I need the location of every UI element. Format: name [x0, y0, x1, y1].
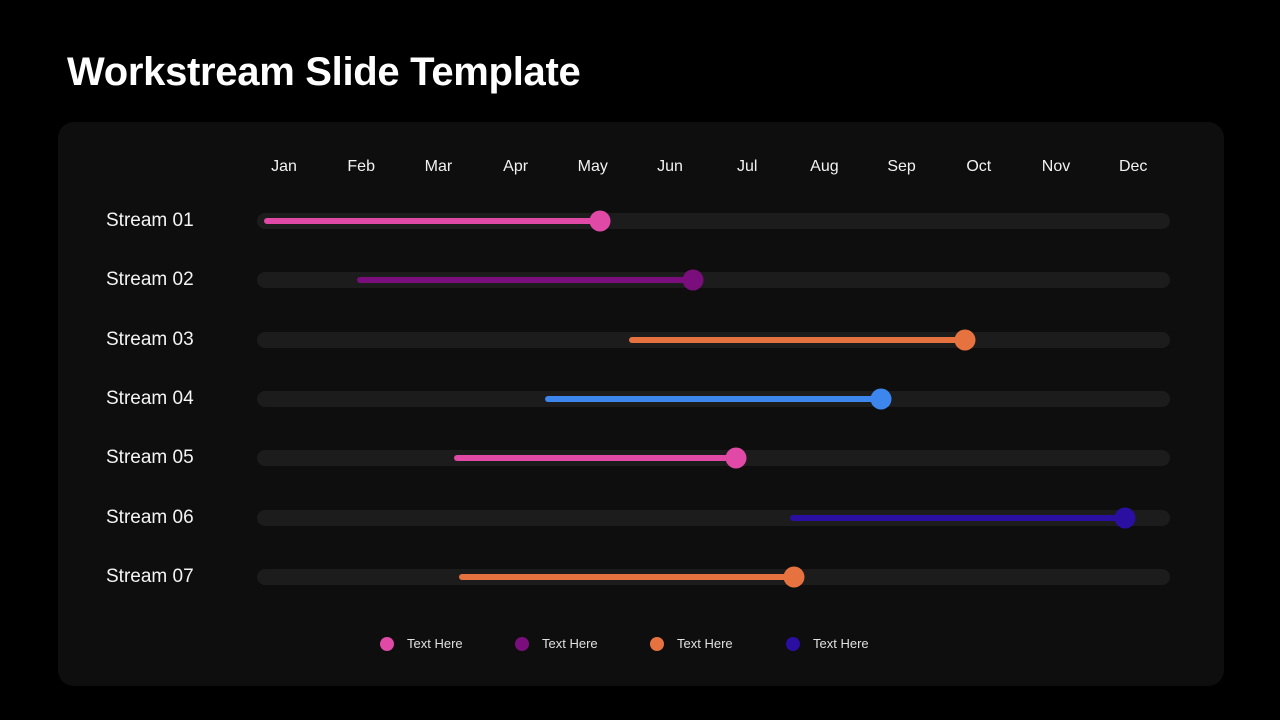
month-label-aug: Aug: [810, 158, 839, 175]
legend-item: Text Here: [650, 636, 733, 651]
month-label-apr: Apr: [503, 158, 529, 175]
stream-label: Stream 03: [106, 328, 194, 350]
stream-end-marker[interactable]: [870, 388, 892, 410]
legend-item: Text Here: [515, 636, 598, 651]
month-label-jun: Jun: [657, 158, 683, 175]
stream-bar[interactable]: [263, 218, 600, 224]
legend-label: Text Here: [677, 636, 733, 651]
stream-end-marker[interactable]: [589, 210, 611, 232]
stream-bar[interactable]: [544, 395, 881, 402]
legend-dot: [786, 636, 800, 651]
stream-end-marker[interactable]: [682, 269, 704, 291]
month-label-oct: Oct: [966, 158, 992, 175]
stream-bar[interactable]: [453, 455, 736, 462]
stream-label: Stream 02: [106, 269, 194, 291]
stream-label: Stream 04: [106, 387, 194, 409]
stream-bar[interactable]: [789, 514, 1126, 521]
legend-dot: [650, 636, 664, 651]
stream-label: Stream 05: [106, 447, 194, 469]
legend-dot: [515, 636, 529, 651]
legend-item: Text Here: [786, 636, 869, 651]
month-label-may: May: [577, 158, 608, 175]
legend-label: Text Here: [542, 636, 598, 651]
legend-dot: [380, 636, 394, 651]
stream-bar[interactable]: [459, 573, 794, 580]
stream-end-marker[interactable]: [1114, 507, 1136, 528]
month-label-jan: Jan: [271, 158, 297, 175]
month-label-jul: Jul: [736, 158, 758, 175]
legend-label: Text Here: [407, 636, 463, 651]
month-label-sep: Sep: [887, 158, 916, 175]
month-label-dec: Dec: [1118, 158, 1148, 175]
stream-bar[interactable]: [357, 277, 694, 284]
stream-label: Stream 06: [106, 506, 194, 528]
stream-bar[interactable]: [629, 336, 965, 343]
month-label-nov: Nov: [1041, 158, 1071, 175]
legend-item: Text Here: [380, 636, 463, 651]
stream-end-marker[interactable]: [954, 329, 976, 351]
month-label-mar: Mar: [424, 158, 453, 175]
legend-label: Text Here: [813, 636, 869, 651]
month-label-feb: Feb: [347, 158, 375, 175]
stream-end-marker[interactable]: [725, 447, 747, 469]
stream-label: Stream 01: [106, 210, 194, 231]
page-title: Workstream Slide Template: [67, 50, 581, 94]
stream-end-marker[interactable]: [783, 566, 805, 588]
stream-label: Stream 07: [106, 565, 194, 587]
